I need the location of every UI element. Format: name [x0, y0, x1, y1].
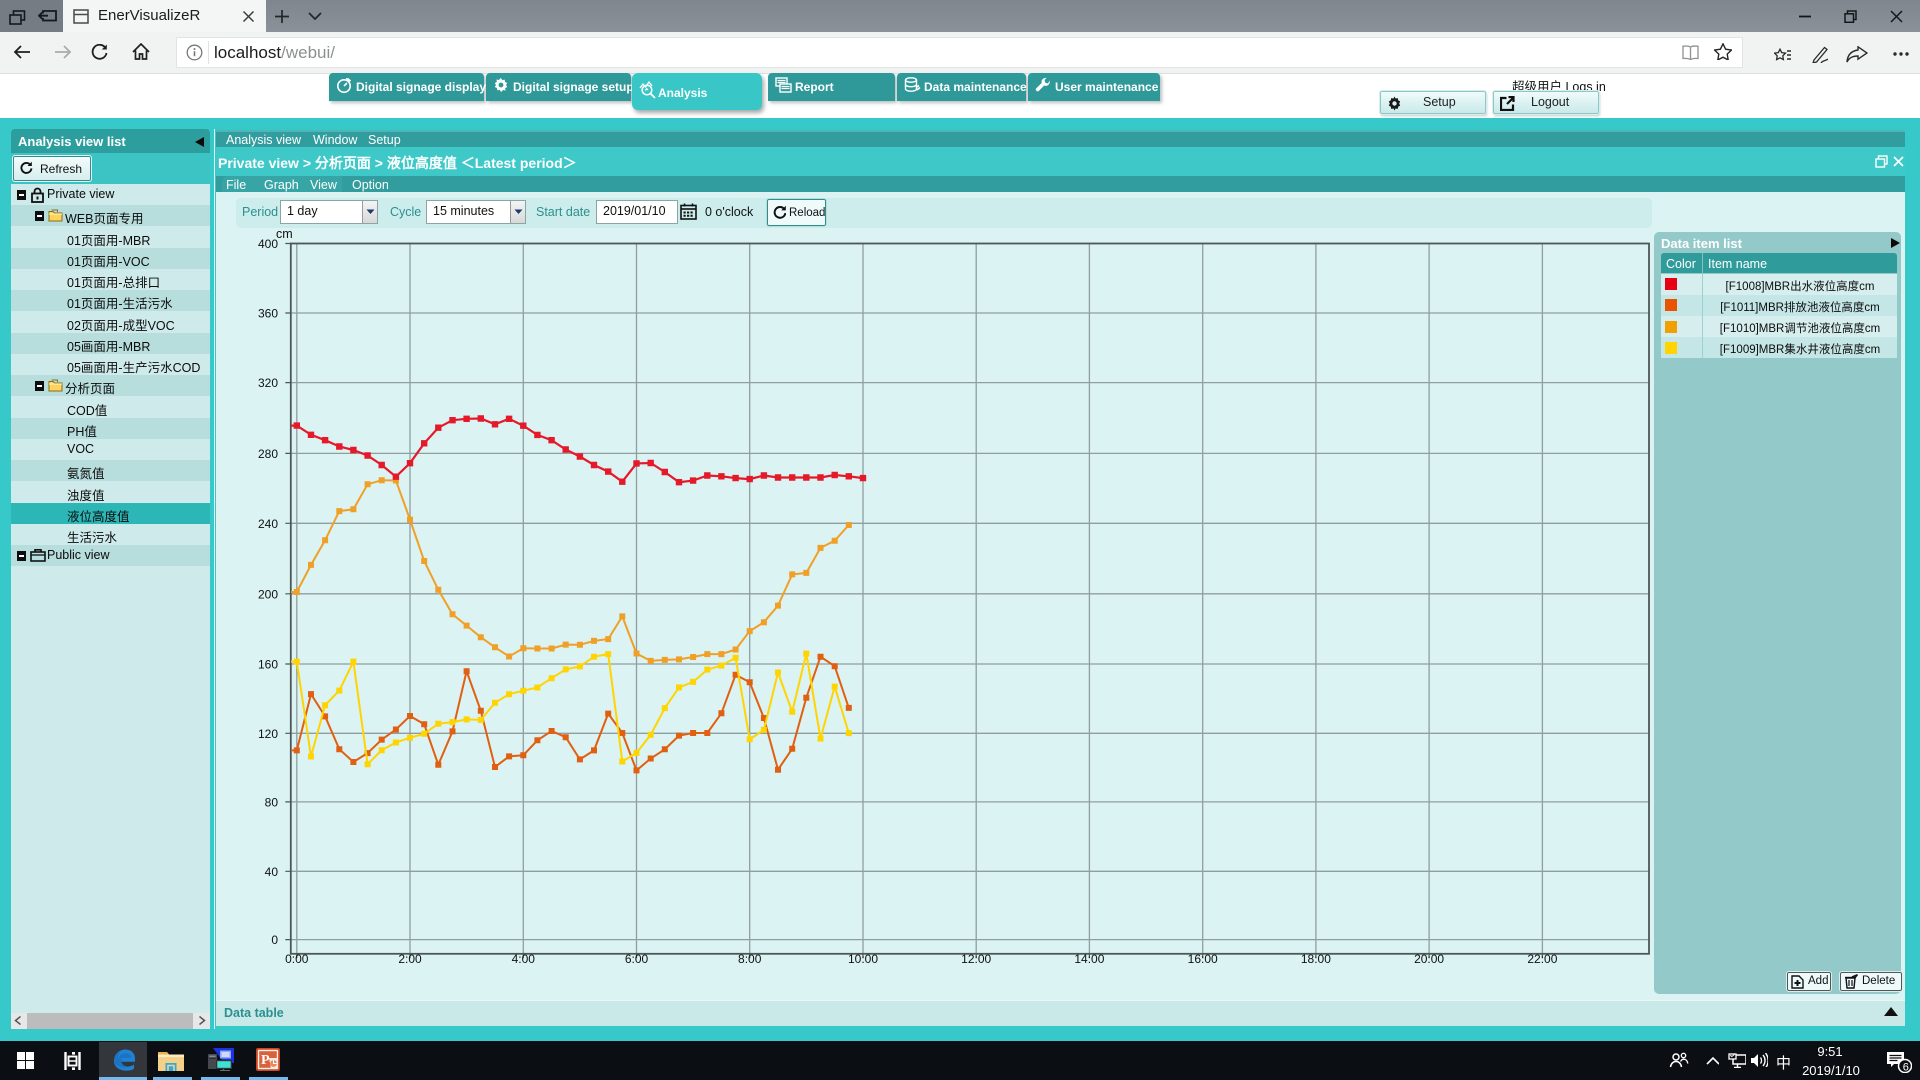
svg-text:10:00: 10:00 — [848, 952, 878, 966]
svg-text:0: 0 — [271, 933, 278, 947]
svg-text:2:00: 2:00 — [398, 952, 422, 966]
svg-text:160: 160 — [258, 658, 278, 672]
svg-text:360: 360 — [258, 307, 278, 321]
svg-text:20:00: 20:00 — [1414, 952, 1444, 966]
svg-text:18:00: 18:00 — [1301, 952, 1331, 966]
svg-text:80: 80 — [265, 795, 279, 809]
svg-text:cm: cm — [276, 227, 293, 241]
svg-text:120: 120 — [258, 727, 278, 741]
svg-text:280: 280 — [258, 447, 278, 461]
svg-text:0:00: 0:00 — [285, 952, 309, 966]
svg-text:6: 6 — [1903, 1062, 1909, 1074]
svg-text:6:00: 6:00 — [625, 952, 649, 966]
svg-text:320: 320 — [258, 376, 278, 390]
svg-text:40: 40 — [265, 865, 279, 879]
svg-text:12:00: 12:00 — [961, 952, 991, 966]
svg-text:22:00: 22:00 — [1527, 952, 1557, 966]
svg-text:4:00: 4:00 — [512, 952, 536, 966]
svg-text:240: 240 — [258, 517, 278, 531]
svg-text:8:00: 8:00 — [738, 952, 762, 966]
svg-text:16:00: 16:00 — [1188, 952, 1218, 966]
svg-text:200: 200 — [258, 587, 278, 601]
svg-text:14:00: 14:00 — [1074, 952, 1104, 966]
svg-text:P: P — [261, 1053, 270, 1068]
